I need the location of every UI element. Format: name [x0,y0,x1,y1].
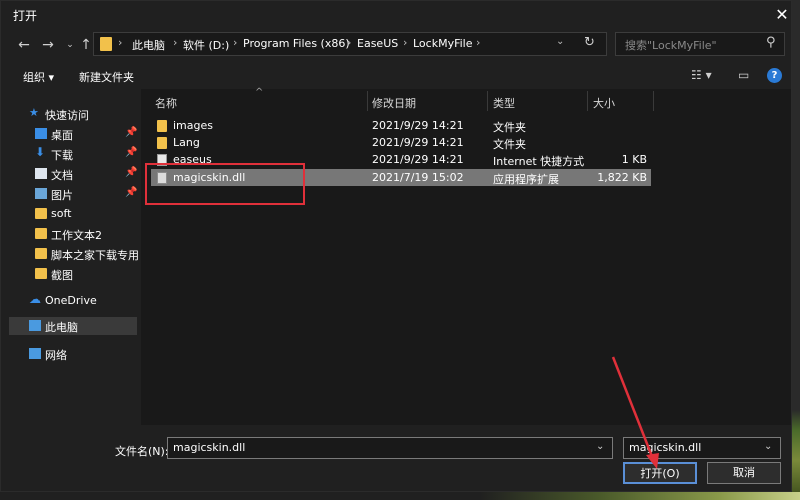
annotation-arrow-head [646,453,659,469]
annotation-arrow [611,356,659,469]
annotation-arrow-line [611,356,655,460]
open-file-dialog: 打开 ✕ ← → ⌄ ↑ › 此电脑 › 软件 (D:) › Program F… [0,0,792,492]
desktop-background-bottom [0,492,800,500]
